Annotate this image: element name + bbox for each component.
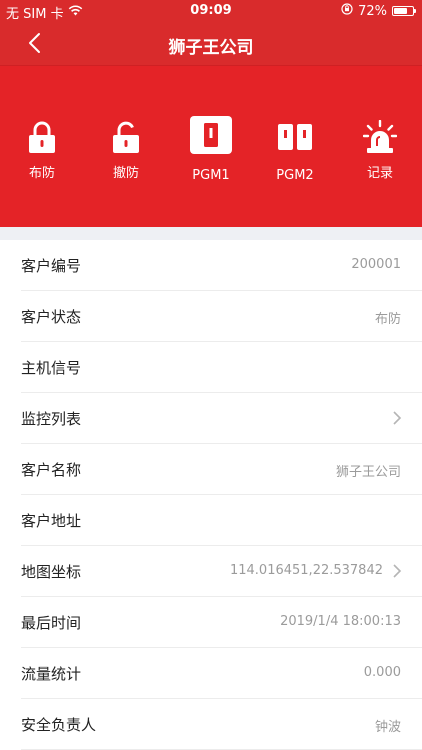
detail-row-customer-address: 客户地址: [21, 495, 422, 546]
pgm2-label: PGM2: [276, 168, 314, 183]
customer-name-label: 客户名称: [21, 461, 82, 479]
customer-address-label: 客户地址: [21, 512, 82, 530]
customer-id-value: 200001: [351, 257, 401, 272]
customer-status-value: 布防: [374, 312, 401, 327]
pgm2-switch-icon: [253, 112, 337, 154]
arm-label: 布防: [28, 166, 55, 181]
app-screen: 无 SIM 卡 09:09 72% 狮子王公司 布防 撤防 PGM1 PGM2 …: [0, 0, 422, 750]
record-button[interactable]: 记录: [338, 112, 422, 181]
status-bar: 无 SIM 卡 09:09 72%: [0, 0, 422, 22]
traffic-stats-value: 0.000: [363, 665, 401, 680]
detail-row-security-manager: 安全负责人 钟波: [21, 699, 422, 750]
detail-row-customer-name: 客户名称 狮子王公司: [21, 444, 422, 495]
pgm1-label: PGM1: [192, 168, 230, 183]
host-signal-label: 主机信号: [21, 359, 82, 377]
last-time-label: 最后时间: [21, 614, 82, 632]
battery-icon: [392, 6, 416, 16]
status-right-group: 72%: [341, 3, 416, 19]
security-manager-label: 安全负责人: [21, 716, 97, 734]
map-coordinates-label: 地图坐标: [21, 563, 82, 581]
disarm-label: 撤防: [112, 166, 139, 181]
arm-button[interactable]: 布防: [0, 112, 84, 181]
pgm2-button[interactable]: PGM2: [253, 112, 337, 183]
action-panel: 布防 撤防 PGM1 PGM2 记录: [0, 65, 422, 227]
lock-closed-icon: [0, 112, 84, 154]
detail-row-customer-status: 客户状态 布防: [21, 291, 422, 342]
battery-fill: [394, 8, 407, 14]
pgm1-switch-icon: [169, 112, 253, 154]
map-coordinates-value: 114.016451,22.537842: [229, 563, 383, 578]
monitor-list-label: 监控列表: [21, 410, 82, 428]
traffic-stats-label: 流量统计: [21, 665, 82, 683]
detail-row-traffic-stats: 流量统计 0.000: [21, 648, 422, 699]
orientation-lock-icon: [341, 3, 353, 19]
alarm-light-icon: [338, 112, 422, 154]
customer-name-value: 狮子王公司: [335, 465, 401, 480]
disarm-button[interactable]: 撤防: [84, 112, 168, 181]
page-title: 狮子王公司: [168, 38, 254, 58]
last-time-value: 2019/1/4 18:00:13: [280, 614, 401, 629]
customer-status-label: 客户状态: [21, 308, 82, 326]
section-divider: [0, 227, 422, 240]
chevron-right-icon: [393, 564, 402, 578]
pgm1-button[interactable]: PGM1: [169, 112, 253, 183]
lock-open-icon: [84, 112, 168, 154]
detail-row-customer-id: 客户编号 200001: [21, 240, 422, 291]
detail-row-last-time: 最后时间 2019/1/4 18:00:13: [21, 597, 422, 648]
security-manager-value: 钟波: [374, 720, 401, 735]
battery-percent: 72%: [358, 3, 387, 19]
detail-row-monitor-list[interactable]: 监控列表: [21, 393, 422, 444]
customer-detail-list: 客户编号 200001 客户状态 布防主机信号监控列表客户名称 狮子王公司客户地址地图坐…: [0, 240, 422, 750]
navigation-bar: 狮子王公司: [0, 22, 422, 65]
detail-row-map-coordinates[interactable]: 地图坐标 114.016451,22.537842: [21, 546, 422, 597]
customer-id-label: 客户编号: [21, 257, 82, 275]
chevron-right-icon: [393, 411, 402, 425]
record-label: 记录: [366, 166, 393, 181]
detail-row-host-signal: 主机信号: [21, 342, 422, 393]
